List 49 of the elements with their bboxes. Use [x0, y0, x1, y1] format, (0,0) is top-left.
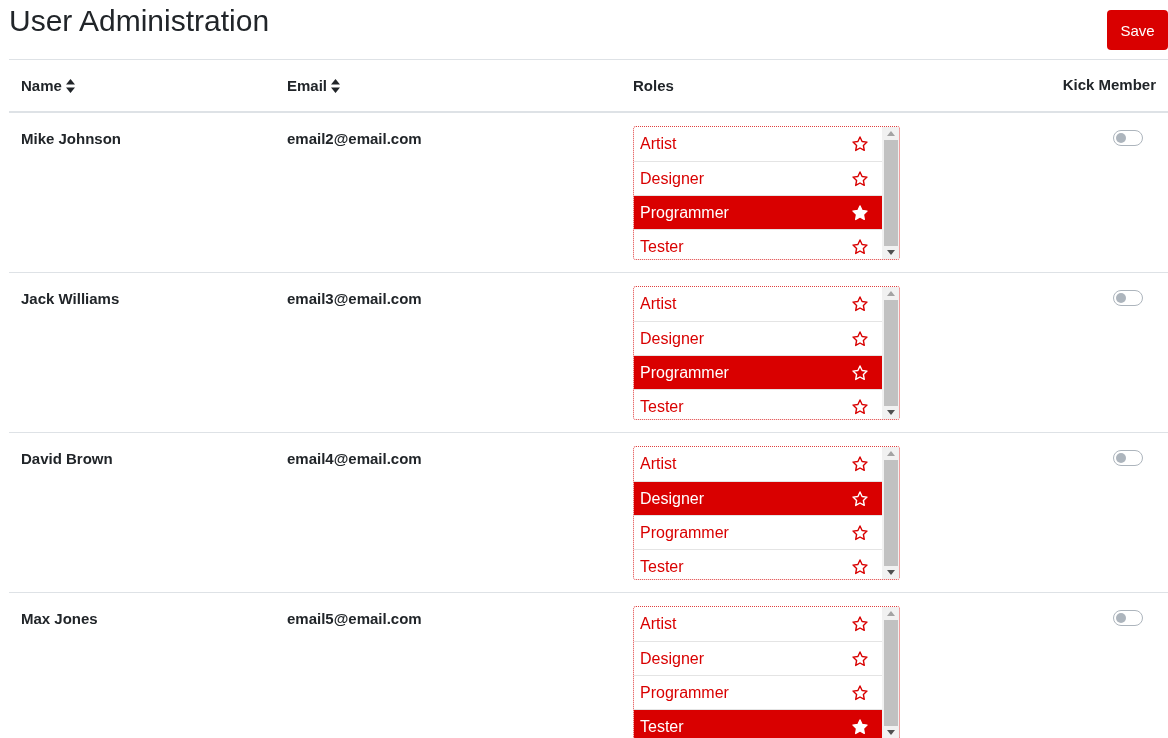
user-email: email2@email.com	[287, 130, 422, 147]
role-option[interactable]: Artist	[634, 127, 882, 162]
user-email: email3@email.com	[287, 290, 422, 307]
role-option[interactable]: Designer	[634, 642, 882, 676]
sort-icon	[65, 78, 75, 93]
role-option[interactable]: Programmer	[634, 196, 882, 230]
page-title: User Administration	[9, 4, 270, 38]
kick-toggle[interactable]	[1113, 290, 1143, 306]
column-header[interactable]: Name	[21, 77, 62, 94]
sort-icon	[331, 78, 341, 93]
scroll-down-icon	[886, 410, 895, 415]
user-name: David Brown	[21, 450, 113, 467]
scrollbar[interactable]	[882, 607, 899, 738]
scroll-up-icon	[886, 131, 895, 136]
role-option[interactable]: Programmer	[634, 516, 882, 550]
scroll-down-icon	[886, 250, 895, 255]
role-option[interactable]: Artist	[634, 287, 882, 322]
roles-listbox[interactable]: Artist Designer Programmer Tester	[633, 446, 900, 580]
column-header: Roles	[633, 77, 674, 94]
user-email: email4@email.com	[287, 450, 422, 467]
scroll-down-icon	[886, 570, 895, 575]
scroll-up-icon	[886, 451, 895, 456]
scrollbar[interactable]	[882, 127, 899, 259]
role-option[interactable]: Programmer	[634, 356, 882, 390]
user-name: Jack Williams	[21, 290, 120, 307]
scroll-thumb[interactable]	[883, 140, 898, 246]
roles-listbox[interactable]: Artist Designer Programmer Tester	[633, 126, 900, 260]
kick-toggle[interactable]	[1113, 610, 1143, 626]
scrollbar[interactable]	[882, 287, 899, 419]
role-option[interactable]: Designer	[634, 482, 882, 516]
user-name: Max Jones	[21, 610, 98, 627]
role-option[interactable]: Artist	[634, 607, 882, 642]
column-header[interactable]: Email	[287, 77, 328, 94]
kick-toggle[interactable]	[1113, 450, 1143, 466]
user-name: Mike Johnson	[21, 130, 121, 147]
kick-toggle[interactable]	[1113, 130, 1143, 146]
role-option[interactable]: Tester	[634, 710, 882, 738]
scroll-thumb[interactable]	[883, 300, 898, 406]
roles-listbox[interactable]: Artist Designer Programmer Tester	[633, 286, 900, 420]
scroll-up-icon	[886, 611, 895, 616]
scroll-thumb[interactable]	[883, 620, 898, 726]
column-header: Kick Member	[1062, 76, 1156, 93]
roles-listbox[interactable]: Artist Designer Programmer Tester	[633, 606, 900, 738]
scroll-down-icon	[886, 730, 895, 735]
save-button[interactable]: Save	[1107, 10, 1168, 50]
scrollbar[interactable]	[882, 447, 899, 579]
scroll-thumb[interactable]	[883, 460, 898, 566]
user-email: email5@email.com	[287, 610, 422, 627]
scroll-up-icon	[886, 291, 895, 296]
